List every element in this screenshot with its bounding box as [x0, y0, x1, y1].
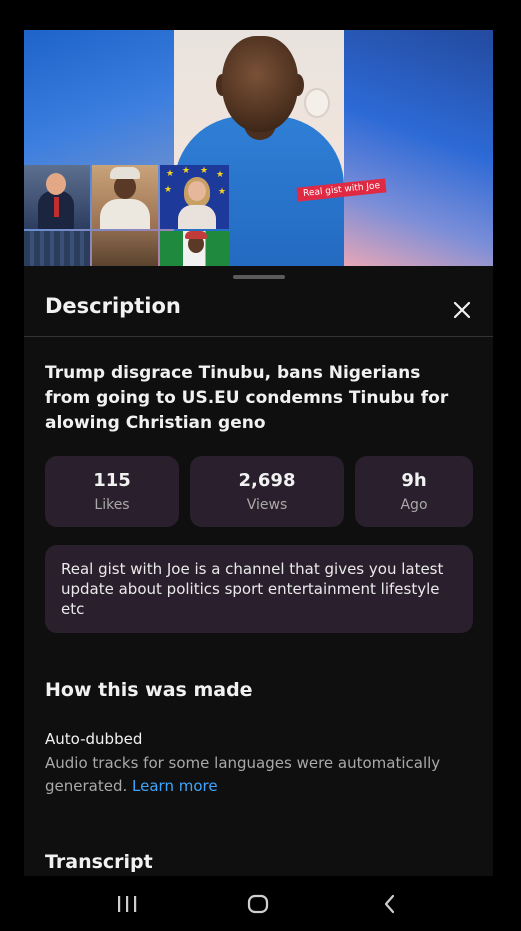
video-bg-right — [344, 30, 493, 266]
auto-dubbed-description: Audio tracks for some languages were aut… — [45, 754, 441, 795]
age-stat: 9h Ago — [355, 456, 473, 527]
description-text-box[interactable]: Real gist with Joe is a channel that giv… — [45, 545, 473, 633]
likes-stat: 115 Likes — [45, 456, 179, 527]
close-icon — [453, 301, 471, 319]
back-icon — [384, 894, 395, 914]
transcript-heading[interactable]: Transcript — [45, 851, 153, 873]
thumbnail-collage: ★ ★ ★ ★ ★ ★ — [24, 165, 229, 266]
learn-more-link[interactable]: Learn more — [132, 777, 218, 795]
recents-button[interactable] — [107, 888, 147, 920]
views-label: Views — [246, 497, 288, 513]
sheet-title: Description — [45, 294, 181, 318]
presenter-head — [222, 36, 298, 132]
auto-dubbed-label: Auto-dubbed — [45, 730, 143, 748]
stats-row: 115 Likes 2,698 Views 9h Ago — [45, 456, 473, 527]
home-icon — [247, 894, 269, 914]
collage-tile-eu: ★ ★ ★ ★ ★ ★ — [160, 165, 229, 229]
collage-tile-crowd — [92, 231, 158, 266]
collage-tile-speaker — [24, 165, 90, 229]
collage-tile-parliament — [24, 231, 90, 266]
video-title: Trump disgrace Tinubu, bans Nigerians fr… — [45, 363, 449, 433]
sheet-header: Description — [24, 286, 493, 337]
collage-tile-flag — [160, 231, 229, 266]
description-text: Real gist with Joe is a channel that giv… — [61, 560, 444, 618]
close-button[interactable] — [446, 294, 478, 326]
collage-tile-leader — [92, 165, 158, 229]
back-button[interactable] — [370, 888, 410, 920]
age-label: Ago — [400, 497, 428, 513]
app-screen: Real gist with Joe ★ ★ ★ ★ ★ ★ Descripti… — [24, 30, 493, 876]
views-stat: 2,698 Views — [190, 456, 344, 527]
video-player[interactable]: Real gist with Joe ★ ★ ★ ★ ★ ★ — [24, 30, 493, 266]
home-button[interactable] — [238, 888, 278, 920]
recents-icon — [118, 896, 137, 912]
views-count: 2,698 — [238, 470, 296, 491]
ceiling-lamp — [304, 88, 330, 118]
likes-count: 115 — [93, 470, 131, 491]
system-nav-bar — [0, 876, 521, 931]
how-made-heading: How this was made — [45, 679, 253, 701]
description-sheet: Description Trump disgrace Tinubu, bans … — [24, 266, 493, 876]
drag-handle[interactable] — [233, 275, 285, 279]
age-value: 9h — [401, 470, 427, 491]
likes-label: Likes — [94, 497, 130, 513]
auto-dubbed-text: Audio tracks for some languages were aut… — [45, 752, 485, 798]
